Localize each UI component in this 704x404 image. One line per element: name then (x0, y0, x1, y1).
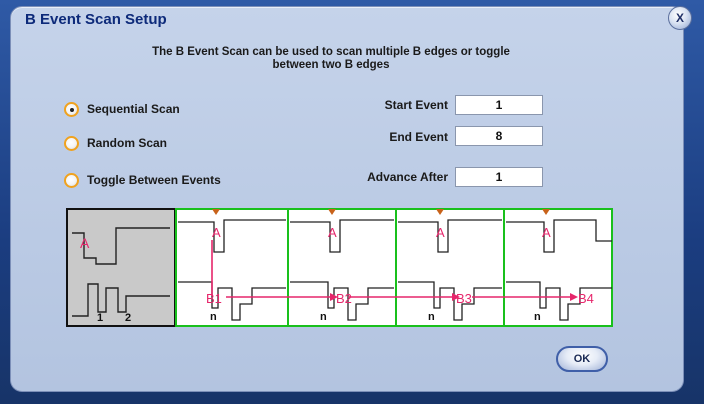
n-label-3: n (428, 311, 435, 323)
ok-button[interactable]: OK (556, 346, 608, 372)
reference-edge-label-2: 2 (125, 312, 131, 324)
b-label-3: B3 (456, 291, 472, 306)
a-label-2: A (328, 225, 337, 240)
dialog-title: B Event Scan Setup (25, 11, 167, 28)
n-label-1: n (210, 311, 217, 323)
b-label-1: B1 (206, 291, 222, 306)
start-event-label: Start Event (384, 98, 448, 112)
reference-waveform-box (66, 208, 176, 327)
a-label-1: A (212, 225, 221, 240)
n-label-4: n (534, 311, 541, 323)
description-line-1: The B Event Scan can be used to scan mul… (152, 46, 510, 58)
n-label-2: n (320, 311, 327, 323)
advance-after-input[interactable]: 1 (455, 167, 543, 187)
end-event-input[interactable]: 8 (455, 126, 543, 146)
a-label-4: A (542, 225, 551, 240)
radio-label: Toggle Between Events (87, 173, 221, 187)
start-event-input[interactable]: 1 (455, 95, 543, 115)
radio-sequential-scan[interactable]: Sequential Scan (64, 101, 180, 117)
radio-label: Random Scan (87, 136, 168, 150)
radio-toggle-between-events[interactable]: Toggle Between Events (64, 172, 221, 188)
b-label-4: B4 (578, 291, 594, 306)
radio-button[interactable] (64, 135, 79, 151)
b-event-scan-dialog: B Event Scan Setup The B Event Scan can … (10, 6, 684, 392)
reference-edge-label-1: 1 (97, 312, 103, 324)
b-label-2: B2 (336, 291, 352, 306)
description-line-2: between two B edges (272, 59, 390, 71)
reference-a-label: A (80, 235, 90, 251)
close-icon[interactable]: X (668, 6, 692, 30)
b-event-waveform-diagram: A 1 2 A A A A B1 B2 B3 B4 n n n n (66, 208, 613, 327)
radio-button[interactable] (64, 172, 79, 188)
advance-after-label: Advance After (367, 170, 448, 184)
a-label-3: A (436, 225, 445, 240)
dialog-description: The B Event Scan can be used to scan mul… (121, 46, 541, 72)
radio-random-scan[interactable]: Random Scan (64, 135, 167, 151)
end-event-label: End Event (389, 130, 448, 144)
radio-button[interactable] (64, 101, 79, 117)
radio-label: Sequential Scan (87, 102, 180, 116)
